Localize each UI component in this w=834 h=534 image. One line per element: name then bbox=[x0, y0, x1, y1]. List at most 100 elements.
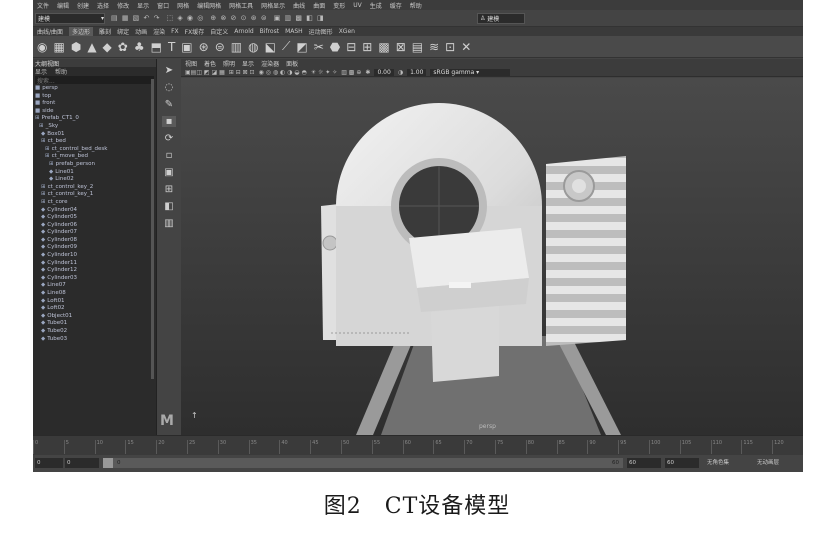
outliner-item[interactable]: ◆ Loft01 bbox=[35, 298, 156, 306]
grid-toggle-icon[interactable]: ⊞ ⊟ ⊠ ⊡ bbox=[229, 69, 255, 76]
center-pivot-icon[interactable]: ✕ bbox=[461, 40, 471, 54]
torus-icon[interactable]: ◆ bbox=[103, 40, 112, 54]
menu-item[interactable]: 文件 bbox=[37, 1, 49, 10]
shelf-tab[interactable]: 曲线/曲面 bbox=[37, 27, 63, 36]
range-slider-bar[interactable]: 0 60 bbox=[103, 458, 623, 468]
multicut-icon[interactable]: ✂ bbox=[314, 40, 324, 54]
outliner-item[interactable]: ⊞ ct_control_key_1 bbox=[35, 191, 156, 199]
outliner-item[interactable]: ◆ Line08 bbox=[35, 290, 156, 298]
outliner-item[interactable]: ◆ Cylinder10 bbox=[35, 252, 156, 260]
viewport-menu-item[interactable]: 渲染器 bbox=[261, 59, 279, 68]
color-space-select[interactable]: sRGB gamma ▾ bbox=[430, 68, 511, 76]
shelf-tab[interactable]: 动画 bbox=[135, 27, 147, 36]
outliner-item[interactable]: ■ side bbox=[35, 108, 156, 116]
outliner-search-input[interactable]: 搜索... bbox=[35, 76, 154, 85]
outliner-item[interactable]: ◆ Cylinder09 bbox=[35, 244, 156, 252]
menu-item[interactable]: 网格 bbox=[177, 1, 189, 10]
shading-icons[interactable]: ◉ ◎ ◍ ◐ ◑ ◒ ◓ bbox=[259, 69, 307, 76]
menu-item[interactable]: 编辑网格 bbox=[197, 1, 221, 10]
menu-item[interactable]: 变形 bbox=[333, 1, 345, 10]
outliner-item[interactable]: ◆ Tube01 bbox=[35, 320, 156, 328]
paint-select-icon[interactable]: ✎ bbox=[165, 99, 173, 110]
3d-viewport[interactable]: persp ↑ bbox=[181, 78, 803, 435]
outliner-item[interactable]: ⊞ ct_core bbox=[35, 199, 156, 207]
workspace-selector[interactable]: ♙ 建模 bbox=[477, 13, 525, 24]
outliner-item[interactable]: ⊞ ct_bed bbox=[35, 138, 156, 146]
file-tools-icon[interactable]: ▤ ▦ ▧ ↶ ↷ bbox=[111, 14, 160, 22]
two-pane-icon[interactable]: ◧ bbox=[164, 201, 173, 212]
bevel-icon[interactable]: ⟋ bbox=[282, 39, 290, 54]
outliner-item[interactable]: ⊞ ct_move_bed bbox=[35, 153, 156, 161]
viewport-menu-item[interactable]: 显示 bbox=[242, 59, 254, 68]
outliner-item[interactable]: ◆ Cylinder05 bbox=[35, 214, 156, 222]
text-icon[interactable]: T bbox=[168, 40, 175, 54]
outliner-item[interactable]: ◆ Line02 bbox=[35, 176, 156, 184]
outliner-item[interactable]: ◆ Cylinder11 bbox=[35, 260, 156, 268]
svg-icon[interactable]: ▣ bbox=[181, 40, 192, 54]
shelf-tab[interactable]: 绑定 bbox=[117, 27, 129, 36]
shelf-tab[interactable]: 多边形 bbox=[69, 27, 94, 36]
cylinder-icon[interactable]: ⬢ bbox=[71, 40, 81, 54]
cone-icon[interactable]: ▲ bbox=[87, 40, 96, 54]
outliner-menu-item[interactable]: 显示 bbox=[35, 67, 47, 76]
cube-icon[interactable]: ▦ bbox=[53, 40, 64, 54]
outliner-item[interactable]: ◆ Cylinder03 bbox=[35, 275, 156, 283]
menu-item[interactable]: 选择 bbox=[97, 1, 109, 10]
outliner-item[interactable]: ◆ Cylinder07 bbox=[35, 229, 156, 237]
outliner-item[interactable]: ⊞ ct_control_bed_desk bbox=[35, 146, 156, 154]
mode-selector[interactable]: 建模 ▾ bbox=[35, 12, 105, 24]
viewport-menu-item[interactable]: 面板 bbox=[286, 59, 298, 68]
shelf-tab[interactable]: 自定义 bbox=[210, 27, 228, 36]
outliner-item[interactable]: ◆ Cylinder08 bbox=[35, 237, 156, 245]
plane-icon[interactable]: ✿ bbox=[118, 40, 128, 54]
combine-icon[interactable]: ⊛ bbox=[199, 40, 209, 54]
menu-item[interactable]: 创建 bbox=[77, 1, 89, 10]
scale-tool-icon[interactable]: ▫ bbox=[166, 150, 173, 161]
lasso-tool-icon[interactable]: ◌ bbox=[165, 82, 174, 93]
shelf-tab[interactable]: 渲染 bbox=[153, 27, 165, 36]
smooth-icon[interactable]: ◍ bbox=[248, 40, 258, 54]
viewport-menu-item[interactable]: 视图 bbox=[185, 59, 197, 68]
outliner-item[interactable]: ◆ Object01 bbox=[35, 313, 156, 321]
menu-item[interactable]: 生成 bbox=[370, 1, 382, 10]
viewport-menu-item[interactable]: 着色 bbox=[204, 59, 216, 68]
snap-tools-icon[interactable]: ⊕ ⊗ ⊘ ⊙ ⊛ ⊜ bbox=[210, 14, 267, 22]
menu-item[interactable]: 显示 bbox=[137, 1, 149, 10]
shelf-tab[interactable]: FX bbox=[171, 28, 179, 35]
start-time-field[interactable]: 0 bbox=[35, 458, 63, 468]
menu-item[interactable]: 缓存 bbox=[390, 1, 402, 10]
outliner-item[interactable]: ◆ Cylinder04 bbox=[35, 207, 156, 215]
sculpt-icon[interactable]: ⬣ bbox=[330, 40, 340, 54]
menu-item[interactable]: UV bbox=[353, 2, 362, 9]
time-slider[interactable]: 0 5 10 15 20 25 30 35 40 45 50 55 60 65 70 75 80 85 90 95 10… bbox=[33, 435, 803, 455]
outliner-item[interactable]: ■ persp bbox=[35, 85, 156, 93]
viewport-menu-item[interactable]: 照明 bbox=[223, 59, 235, 68]
menu-item[interactable]: 曲线 bbox=[293, 1, 305, 10]
menu-item[interactable]: 编辑 bbox=[57, 1, 69, 10]
lighting-icons[interactable]: ☀ ☼ ✦ ✧ bbox=[311, 69, 338, 76]
four-pane-icon[interactable]: ⊞ bbox=[165, 184, 173, 195]
pivot-icon[interactable]: ▤ bbox=[412, 40, 423, 54]
shelf-tab[interactable]: Bifrost bbox=[260, 28, 279, 35]
grid-icon[interactable]: ⊟ bbox=[346, 40, 356, 54]
character-set-select[interactable]: 无角色集 bbox=[705, 458, 751, 468]
separate-icon[interactable]: ⊜ bbox=[215, 40, 225, 54]
extract-icon[interactable]: ▥ bbox=[231, 40, 242, 54]
exposure-field[interactable]: 0.00 bbox=[374, 68, 394, 76]
outliner-item[interactable]: ⊞ Prefab_CT1_0 bbox=[35, 115, 156, 123]
outliner-item[interactable]: ⊞ _Sky bbox=[35, 123, 156, 131]
outliner-layout-icon[interactable]: ▥ bbox=[164, 218, 173, 229]
menu-item[interactable]: 修改 bbox=[117, 1, 129, 10]
menu-item[interactable]: 网格工具 bbox=[229, 1, 253, 10]
camera-attributes-icon[interactable]: ▣▤◫ ◩ ◪ ▦ bbox=[185, 69, 225, 76]
animation-end-field[interactable]: 60 bbox=[665, 458, 699, 468]
playback-start-field[interactable]: 0 bbox=[65, 458, 99, 468]
gamma-field[interactable]: 1.00 bbox=[407, 68, 427, 76]
outliner-scrollbar[interactable] bbox=[151, 79, 154, 379]
shelf-tab[interactable]: Arnold bbox=[234, 28, 253, 35]
move-tool-icon[interactable]: ▪ bbox=[162, 116, 176, 127]
outliner-menu-item[interactable]: 帮助 bbox=[55, 67, 67, 76]
sphere-icon[interactable]: ◉ bbox=[37, 40, 47, 54]
outliner-item[interactable]: ◆ Line07 bbox=[35, 282, 156, 290]
select-mode-icon[interactable]: ⬚ ◈ ◉ ◎ bbox=[166, 14, 204, 22]
